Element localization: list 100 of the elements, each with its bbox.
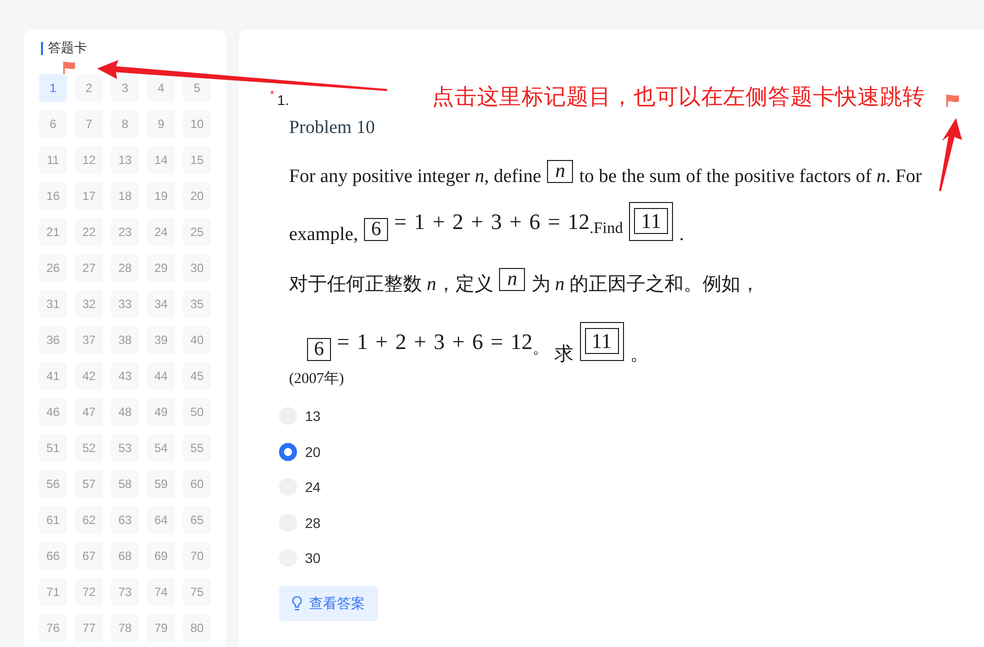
option-label[interactable]: 20 (305, 442, 321, 462)
question-jump-button[interactable]: 20 (183, 182, 211, 210)
question-jump-button[interactable]: 19 (147, 182, 175, 210)
question-jump-button[interactable]: 49 (147, 398, 175, 426)
question-jump-button[interactable]: 74 (147, 578, 175, 606)
question-jump-button[interactable]: 33 (111, 290, 139, 318)
question-jump-button[interactable]: 54 (147, 434, 175, 462)
question-jump-button[interactable]: 11 (39, 146, 67, 174)
question-jump-button[interactable]: 44 (147, 362, 175, 390)
question-jump-button[interactable]: 79 (147, 614, 175, 642)
problem-text: For any positive integer n, define (289, 166, 542, 188)
question-number: 1. (277, 91, 289, 110)
question-jump-button[interactable]: 52 (75, 434, 103, 462)
question-jump-button[interactable]: 41 (39, 362, 67, 390)
question-jump-button[interactable]: 64 (147, 506, 175, 534)
question-jump-button[interactable]: 65 (183, 506, 211, 534)
question-jump-button[interactable]: 2 (75, 74, 103, 102)
show-answer-button[interactable]: 查看答案 (279, 586, 378, 621)
question-jump-button[interactable]: 34 (147, 290, 175, 318)
question-jump-button[interactable]: 21 (39, 218, 67, 246)
problem-title: Problem 10 (289, 118, 375, 138)
question-jump-button[interactable]: 10 (183, 110, 211, 138)
question-jump-button[interactable]: 7 (75, 110, 103, 138)
question-jump-button[interactable]: 22 (75, 218, 103, 246)
required-mark: * (270, 90, 274, 101)
question-jump-button[interactable]: 25 (183, 218, 211, 246)
question-jump-button[interactable]: 56 (39, 470, 67, 498)
question-jump-button[interactable]: 48 (111, 398, 139, 426)
question-jump-button[interactable]: 8 (111, 110, 139, 138)
problem-text: 求 (554, 344, 574, 366)
boxed-symbol: n (547, 160, 574, 183)
question-jump-button[interactable]: 26 (39, 254, 67, 282)
question-jump-button[interactable]: 46 (39, 398, 67, 426)
question-jump-button[interactable]: 23 (111, 218, 139, 246)
question-jump-button[interactable]: 4 (147, 74, 175, 102)
question-jump-button[interactable]: 9 (147, 110, 175, 138)
option-label[interactable]: 30 (305, 548, 321, 568)
question-jump-button[interactable]: 43 (111, 362, 139, 390)
question-jump-button[interactable]: 59 (147, 470, 175, 498)
question-jump-button[interactable]: 70 (183, 542, 211, 570)
problem-text: 对于任何正整数 n，定义 (289, 274, 494, 296)
question-jump-button[interactable]: 28 (111, 254, 139, 282)
question-jump-button[interactable]: 27 (75, 254, 103, 282)
question-jump-button[interactable]: 75 (183, 578, 211, 606)
option-label[interactable]: 28 (305, 512, 321, 532)
question-jump-button[interactable]: 14 (147, 146, 175, 174)
question-jump-button[interactable]: 69 (147, 542, 175, 570)
question-jump-button[interactable]: 12 (75, 146, 103, 174)
question-jump-button[interactable]: 40 (183, 326, 211, 354)
question-jump-button[interactable]: 67 (75, 542, 103, 570)
question-jump-button[interactable]: 13 (111, 146, 139, 174)
lightbulb-icon (292, 596, 302, 611)
question-jump-button[interactable]: 36 (39, 326, 67, 354)
question-jump-button[interactable]: 68 (111, 542, 139, 570)
radio-button[interactable] (279, 442, 297, 460)
question-jump-button[interactable]: 61 (39, 506, 67, 534)
question-jump-button[interactable]: 1 (39, 74, 67, 102)
question-jump-button[interactable]: 15 (183, 146, 211, 174)
question-jump-button[interactable]: 57 (75, 470, 103, 498)
question-jump-button[interactable]: 58 (111, 470, 139, 498)
question-jump-button[interactable]: 63 (111, 506, 139, 534)
question-jump-button[interactable]: 3 (111, 74, 139, 102)
question-jump-button[interactable]: 29 (147, 254, 175, 282)
question-jump-button[interactable]: 51 (39, 434, 67, 462)
question-jump-button[interactable]: 17 (75, 182, 103, 210)
problem-text: . (679, 224, 684, 246)
question-jump-button[interactable]: 47 (75, 398, 103, 426)
question-jump-button[interactable]: 80 (183, 614, 211, 642)
question-jump-button[interactable]: 71 (39, 578, 67, 606)
question-jump-button[interactable]: 62 (75, 506, 103, 534)
question-jump-button[interactable]: 50 (183, 398, 211, 426)
question-jump-button[interactable]: 32 (75, 290, 103, 318)
question-jump-button[interactable]: 53 (111, 434, 139, 462)
year-text: (2007年) (289, 370, 344, 389)
question-jump-button[interactable]: 30 (183, 254, 211, 282)
problem-text: 。 (630, 344, 649, 366)
question-jump-button[interactable]: 55 (183, 434, 211, 462)
accent-bar-icon (41, 42, 43, 54)
question-jump-button[interactable]: 66 (39, 542, 67, 570)
question-jump-button[interactable]: 6 (39, 110, 67, 138)
question-jump-button[interactable]: 38 (111, 326, 139, 354)
flag-icon[interactable] (945, 94, 960, 106)
question-jump-button[interactable]: 37 (75, 326, 103, 354)
question-jump-button[interactable]: 78 (111, 614, 139, 642)
question-jump-button[interactable]: 31 (39, 290, 67, 318)
question-jump-button[interactable]: 18 (111, 182, 139, 210)
option-label[interactable]: 13 (305, 406, 321, 426)
question-jump-button[interactable]: 60 (183, 470, 211, 498)
question-jump-button[interactable]: 42 (75, 362, 103, 390)
question-jump-button[interactable]: 72 (75, 578, 103, 606)
problem-text: to be the sum of the positive factors of n. For (579, 166, 922, 188)
option-label[interactable]: 24 (305, 477, 321, 497)
question-jump-button[interactable]: 76 (39, 614, 67, 642)
question-jump-button[interactable]: 73 (111, 578, 139, 606)
question-jump-button[interactable]: 45 (183, 362, 211, 390)
question-jump-button[interactable]: 39 (147, 326, 175, 354)
question-jump-button[interactable]: 77 (75, 614, 103, 642)
question-jump-button[interactable]: 16 (39, 182, 67, 210)
question-jump-button[interactable]: 35 (183, 290, 211, 318)
question-jump-button[interactable]: 24 (147, 218, 175, 246)
